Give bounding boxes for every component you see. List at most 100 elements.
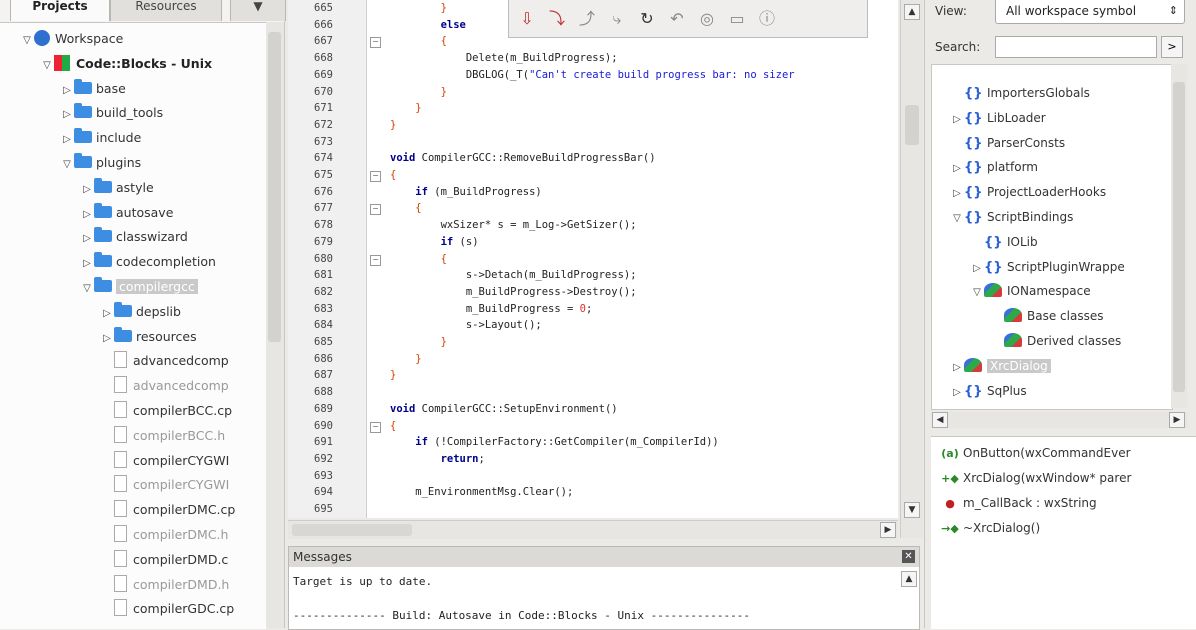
expand-arrow-icon[interactable]: ▷ <box>950 182 964 206</box>
info-icon[interactable]: ⓘ <box>757 9 777 29</box>
tree-item[interactable]: advancedcomp <box>100 374 229 398</box>
expand-arrow-icon[interactable]: ▷ <box>60 103 74 127</box>
collapse-arrow-icon[interactable]: ▽ <box>970 281 984 305</box>
run-to-cursor-icon[interactable]: ↻ <box>637 9 657 29</box>
tab-resources[interactable]: Resources <box>110 0 222 21</box>
tree-item[interactable]: compilerCYGWI <box>100 473 229 497</box>
tree-item[interactable]: ▷ astyle <box>80 176 154 200</box>
tree-item[interactable]: ▷ codecompletion <box>80 250 216 274</box>
tree-item[interactable]: ▽ compilergcc <box>80 275 198 299</box>
next-line-icon[interactable]: ⤷ <box>607 9 627 29</box>
scroll-up-button[interactable]: ▲ <box>901 571 917 587</box>
editor-horizontal-scrollbar[interactable]: ▶ <box>288 520 898 539</box>
collapse-arrow-icon[interactable]: ▽ <box>40 54 54 78</box>
expand-arrow-icon[interactable]: ▷ <box>60 128 74 152</box>
scroll-right-button[interactable]: ▶ <box>1169 412 1185 428</box>
expand-arrow-icon[interactable]: ▷ <box>100 327 114 351</box>
symbol-item[interactable]: ▷{} ScriptPluginWrappe <box>970 255 1125 279</box>
expand-arrow-icon[interactable]: ▷ <box>80 227 94 251</box>
expand-arrow-icon[interactable]: ▷ <box>950 381 964 405</box>
expand-arrow-icon[interactable]: ▷ <box>80 178 94 202</box>
breakpoint-icon[interactable]: ⇩ <box>517 9 537 29</box>
step-out-icon[interactable]: ⤴ <box>577 9 597 29</box>
collapse-arrow-icon[interactable]: ▽ <box>80 277 94 301</box>
tree-item[interactable]: ▷ classwizard <box>80 225 188 249</box>
member-item[interactable]: (a) OnButton(wxCommandEver <box>941 441 1130 465</box>
scroll-down-button[interactable]: ▼ <box>904 502 920 518</box>
fold-toggle-icon[interactable]: − <box>370 421 381 433</box>
scrollbar-thumb[interactable] <box>268 32 281 342</box>
symbol-item[interactable]: {} IOLib <box>970 230 1038 254</box>
symbol-item[interactable]: Base classes <box>990 304 1103 328</box>
stop-icon[interactable]: ◎ <box>697 9 717 29</box>
tree-item[interactable]: ▷ autosave <box>80 201 173 225</box>
expand-arrow-icon[interactable]: ▷ <box>80 203 94 227</box>
tree-item[interactable]: compilerCYGWI <box>100 449 229 473</box>
symbol-item[interactable]: ▷ XrcDialog <box>950 354 1051 378</box>
symbol-item[interactable]: {} ParserConsts <box>950 131 1065 155</box>
search-input[interactable] <box>995 36 1157 58</box>
symbol-item[interactable]: ▷{} ProjectLoaderHooks <box>950 180 1106 204</box>
member-item[interactable]: ● m_CallBack : wxString <box>941 491 1096 515</box>
tree-item[interactable]: compilerDMD.c <box>100 548 228 572</box>
symbol-item[interactable]: Derived classes <box>990 329 1121 353</box>
symbol-item[interactable]: ▷{} SqPlus <box>950 379 1027 403</box>
collapse-arrow-icon[interactable]: ▽ <box>20 29 34 53</box>
symbol-item[interactable]: {} ImportersGlobals <box>950 81 1090 105</box>
expand-arrow-icon[interactable]: ▷ <box>100 302 114 326</box>
tree-item[interactable]: compilerGDC.cp <box>100 597 234 621</box>
fold-toggle-icon[interactable]: − <box>370 254 381 266</box>
editor-vertical-scrollbar[interactable]: ▲ ▼ <box>900 0 923 538</box>
expand-arrow-icon[interactable]: ▷ <box>950 108 964 132</box>
tree-item[interactable]: compilerBCC.cp <box>100 399 232 423</box>
view-select[interactable]: All workspace symbol ⇕ <box>995 0 1185 24</box>
expand-arrow-icon[interactable]: ▷ <box>60 79 74 103</box>
collapse-arrow-icon[interactable]: ▽ <box>950 207 964 231</box>
tree-item[interactable]: ▷ build_tools <box>60 101 163 125</box>
search-go-button[interactable]: > <box>1161 36 1183 58</box>
symbol-item[interactable]: ▷{} LibLoader <box>950 106 1046 130</box>
scroll-up-button[interactable]: ▲ <box>904 4 920 20</box>
tab-dropdown-button[interactable]: ▼ <box>230 0 286 21</box>
tree-item[interactable]: compilerDMC.h <box>100 523 228 547</box>
tree-item[interactable]: ▷ base <box>60 77 126 101</box>
symbol-item[interactable]: ▽{} ScriptBindings <box>950 205 1073 229</box>
tree-item[interactable]: compilerBCC.h <box>100 424 225 448</box>
tree-item[interactable]: ▷ depslib <box>100 300 181 324</box>
fold-toggle-icon[interactable]: − <box>370 171 381 182</box>
tree-item[interactable]: ▽ plugins <box>60 151 141 175</box>
tree-item[interactable]: compilerDMC.cp <box>100 498 235 522</box>
fold-toggle-icon[interactable]: − <box>370 37 381 49</box>
code-editor[interactable]: 665 666 667 668 669 670 671 672 673 674 675 676 677 6… <box>288 0 898 518</box>
symbol-item[interactable]: ▽ IONamespace <box>970 279 1091 303</box>
expand-arrow-icon[interactable]: ▷ <box>950 356 964 380</box>
scroll-left-button[interactable]: ◀ <box>932 412 948 428</box>
close-icon[interactable]: ✕ <box>902 550 915 563</box>
expand-arrow-icon[interactable]: ▷ <box>970 257 984 281</box>
tree-item[interactable]: compilerDMD.h <box>100 573 229 597</box>
rewind-icon[interactable]: ↶ <box>667 9 687 29</box>
collapse-arrow-icon[interactable]: ▽ <box>60 153 74 177</box>
step-into-icon[interactable]: ⤵ <box>547 9 567 29</box>
tree-item[interactable]: ▽ Code::Blocks - Unix <box>40 52 212 76</box>
tree-item[interactable]: ▷ include <box>60 126 141 150</box>
expand-arrow-icon[interactable]: ▷ <box>80 252 94 276</box>
symbol-tree-hscrollbar[interactable]: ◀ ▶ <box>931 412 1187 428</box>
scrollbar-thumb[interactable] <box>292 524 412 536</box>
symbol-item[interactable]: ▷{} platform <box>950 155 1038 179</box>
scrollbar-thumb[interactable] <box>905 105 919 145</box>
scroll-right-button[interactable]: ▶ <box>880 522 896 538</box>
member-item[interactable]: →◆ ~XrcDialog() <box>941 516 1040 540</box>
fold-toggle-icon[interactable]: − <box>370 204 381 216</box>
member-item[interactable]: +◆ XrcDialog(wxWindow* parer <box>941 466 1131 490</box>
window-icon[interactable]: ▭ <box>727 9 747 29</box>
symbol-tree[interactable]: {} ImportersGlobals ▷{} LibLoader{} ParserCo… <box>931 64 1173 410</box>
member-list[interactable]: (a) OnButton(wxCommandEver +◆ XrcDialog(wxW… <box>931 436 1196 629</box>
project-tree-scrollbar[interactable] <box>266 22 284 628</box>
scrollbar-thumb[interactable] <box>1173 82 1185 392</box>
project-tree[interactable]: ▽ Workspace ▽ Code::Blocks - Unix ▷ base ▷ buil… <box>0 22 266 629</box>
symbol-tree-scrollbar[interactable] <box>1171 64 1187 408</box>
tree-item[interactable]: advancedcomp <box>100 349 229 373</box>
tree-item[interactable]: ▷ resources <box>100 325 197 349</box>
tree-item[interactable]: ▽ Workspace <box>20 27 123 51</box>
